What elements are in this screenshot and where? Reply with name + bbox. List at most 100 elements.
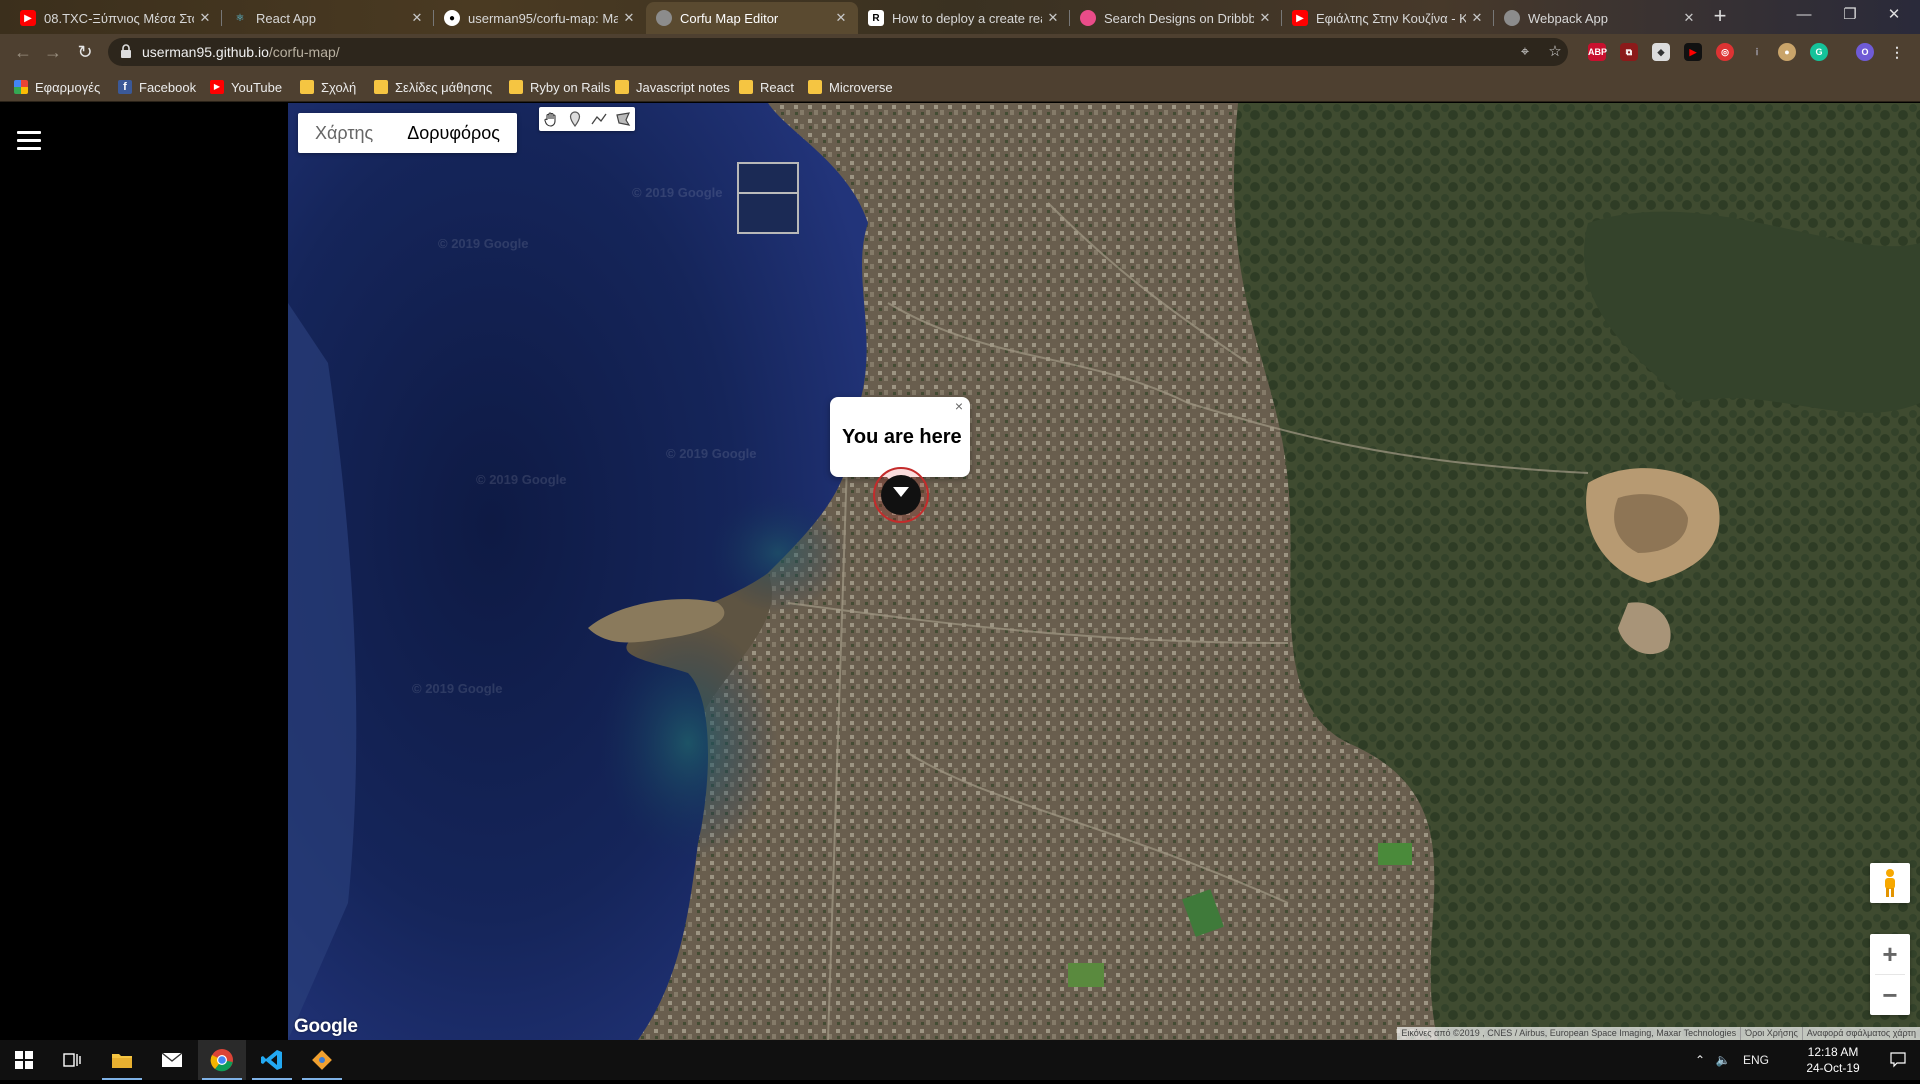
chevron-up-icon[interactable]: ⌃ <box>1690 1040 1710 1080</box>
clock-date: 24-Oct-19 <box>1806 1061 1860 1075</box>
hamburger-menu-icon[interactable] <box>17 131 41 151</box>
zoom-in-button[interactable]: + <box>1870 934 1910 974</box>
location-marker-icon[interactable] <box>871 465 931 525</box>
close-icon[interactable]: ✕ <box>622 10 636 26</box>
terms-link[interactable]: Όροι Χρήσης <box>1740 1027 1802 1040</box>
grammarly-icon[interactable]: G <box>1810 43 1828 61</box>
volume-icon[interactable]: 🔈 <box>1712 1040 1734 1080</box>
lastpass-icon[interactable]: ◎ <box>1716 43 1734 61</box>
chrome-icon[interactable] <box>198 1040 246 1080</box>
task-view-icon[interactable] <box>48 1040 96 1080</box>
close-icon[interactable]: ✕ <box>1682 10 1696 26</box>
close-icon[interactable]: ✕ <box>1046 10 1060 26</box>
tab-1[interactable]: ▶ 08.TXC-Ξύπνιος Μέσα Στο ✕ <box>10 2 222 34</box>
bookmarks-bar: Εφαρμογές f Facebook ▶ YouTube Σχολή Σελ… <box>0 70 1920 102</box>
bookmark-apps[interactable]: Εφαρμογές <box>14 78 100 96</box>
report-error-link[interactable]: Αναφορά σφάλματος χάρτη <box>1801 1027 1920 1040</box>
youtube-icon: ▶ <box>20 10 36 26</box>
system-tray: ⌃ 🔈 ENG 12:18 AM 24-Oct-19 <box>1690 1040 1920 1080</box>
map-type-satellite-button[interactable]: Δορυφόρος <box>390 113 517 153</box>
marker-icon[interactable] <box>563 107 587 131</box>
close-icon[interactable]: ✕ <box>410 10 424 26</box>
close-icon[interactable]: ✕ <box>198 10 212 26</box>
close-window-button[interactable]: ✕ <box>1878 4 1910 26</box>
menu-icon[interactable]: ⋮ <box>1888 43 1906 61</box>
bookmark-label: React <box>760 79 794 95</box>
git-kraken-icon[interactable] <box>298 1040 346 1080</box>
imagery-credits: Εικόνες από ©2019 , CNES / Airbus, Europ… <box>1401 1028 1737 1038</box>
address-bar[interactable]: userman95.github.io/corfu-map/ ⌖ ☆ <box>108 38 1568 66</box>
mail-icon[interactable] <box>148 1040 196 1080</box>
bookmark-facebook[interactable]: f Facebook <box>118 78 196 96</box>
github-icon: ● <box>444 10 460 26</box>
start-windows-icon[interactable] <box>0 1040 48 1080</box>
cookie-icon[interactable]: ● <box>1778 43 1796 61</box>
bookmark-folder-schol[interactable]: Σχολή <box>300 78 356 96</box>
youtube-ext-icon[interactable]: ▶ <box>1684 43 1702 61</box>
star-icon[interactable]: ☆ <box>1546 43 1564 61</box>
info-ext-icon[interactable]: ⅰ <box>1748 43 1766 61</box>
bookmark-folder-react[interactable]: React <box>739 78 794 96</box>
bookmark-label: Εφαρμογές <box>35 79 101 95</box>
react-icon: ⚛ <box>235 12 245 24</box>
map-type-map-button[interactable]: Χάρτης <box>298 113 390 153</box>
polyline-icon[interactable] <box>587 107 611 131</box>
clock-time: 12:18 AM <box>1807 1045 1859 1059</box>
file-explorer-icon[interactable] <box>98 1040 146 1080</box>
tab-2[interactable]: ⚛ React App ✕ <box>222 2 434 34</box>
tab-title: userman95/corfu-map: Ma <box>468 10 618 26</box>
cube-icon[interactable]: ◆ <box>1652 43 1670 61</box>
map-watermark: © 2019 Google <box>666 446 757 461</box>
bookmark-label: Σελίδες μάθησης <box>395 79 493 95</box>
new-tab-button[interactable]: + <box>1707 4 1733 30</box>
forward-button[interactable]: → <box>42 41 64 63</box>
back-button[interactable]: ← <box>12 41 34 63</box>
bookmark-label: Facebook <box>139 79 197 95</box>
bookmark-youtube[interactable]: ▶ YouTube <box>210 78 282 96</box>
close-icon[interactable]: × <box>952 399 966 413</box>
tab-3[interactable]: ● userman95/corfu-map: Ma ✕ <box>434 2 646 34</box>
url-host: userman95.github.io <box>142 44 269 60</box>
profile-avatar[interactable]: O <box>1856 43 1874 61</box>
close-icon[interactable]: ✕ <box>1470 10 1484 26</box>
hand-icon[interactable] <box>539 107 563 131</box>
map-watermark: © 2019 Google <box>412 681 503 696</box>
language-indicator[interactable]: ENG <box>1738 1040 1774 1080</box>
notifications-icon[interactable] <box>1880 1040 1916 1080</box>
vscode-icon[interactable] <box>248 1040 296 1080</box>
bookmark-folder-learning[interactable]: Σελίδες μάθησης <box>374 78 492 96</box>
map-watermark: © 2019 Google <box>476 472 567 487</box>
apps-grid-icon <box>14 80 28 94</box>
maximize-button[interactable]: ❐ <box>1834 4 1866 26</box>
tab-7[interactable]: ▶ Εφιάλτης Στην Κουζίνα - K ✕ <box>1282 2 1494 34</box>
map-watermark: © 2019 Google <box>632 185 723 200</box>
bookmark-folder-rails[interactable]: Ryby on Rails <box>509 78 610 96</box>
youtube-icon: ▶ <box>210 80 224 94</box>
bookmark-folder-microverse[interactable]: Microverse <box>808 78 893 96</box>
tab-6[interactable]: Search Designs on Dribbble ✕ <box>1070 2 1282 34</box>
bookmark-folder-js[interactable]: Javascript notes <box>615 78 730 96</box>
reload-button[interactable]: ↻ <box>74 41 96 63</box>
location-icon[interactable]: ⌖ <box>1516 43 1534 61</box>
street-view-pegman-icon[interactable] <box>1870 863 1910 903</box>
polygon-icon[interactable] <box>611 107 635 131</box>
tab-8[interactable]: Webpack App ✕ <box>1494 2 1706 34</box>
close-icon[interactable]: ✕ <box>1258 10 1272 26</box>
zoom-out-button[interactable]: − <box>1870 975 1910 1015</box>
pdf-icon[interactable]: ⧉ <box>1620 43 1638 61</box>
minimize-button[interactable]: — <box>1788 4 1820 26</box>
dribbble-icon <box>1080 10 1096 26</box>
adblock-icon[interactable]: ABP <box>1588 43 1607 61</box>
google-logo: Google <box>294 1016 358 1037</box>
info-window-text: You are here <box>842 426 962 448</box>
map-canvas[interactable]: © 2019 Google © 2019 Google © 2019 Googl… <box>288 103 1920 1040</box>
map-type-control: Χάρτης Δορυφόρος <box>298 113 517 153</box>
close-icon[interactable]: ✕ <box>834 10 848 26</box>
youtube-icon: ▶ <box>1292 10 1308 26</box>
tab-5[interactable]: R How to deploy a create rea ✕ <box>858 2 1070 34</box>
folder-icon <box>374 80 388 94</box>
sidebar <box>0 103 288 1040</box>
tab-4[interactable]: Corfu Map Editor ✕ <box>646 2 858 34</box>
system-clock[interactable]: 12:18 AM 24-Oct-19 <box>1798 1044 1868 1076</box>
folder-icon <box>808 80 822 94</box>
